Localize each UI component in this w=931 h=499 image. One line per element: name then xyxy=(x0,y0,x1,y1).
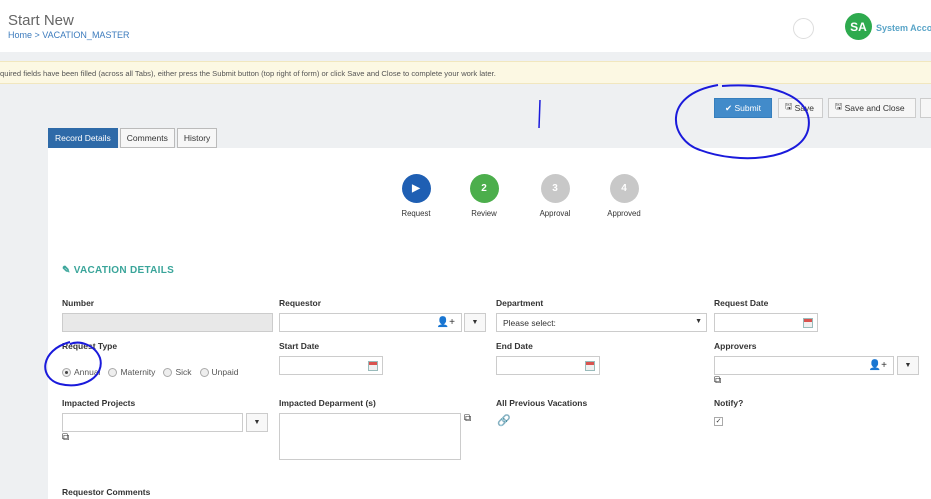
app-header: Start New Home > VACATION_MASTER SA Syst… xyxy=(0,0,931,52)
request-type-label: Request Type xyxy=(62,341,118,351)
impacted-projects-input[interactable] xyxy=(62,413,243,432)
add-user-icon[interactable]: 👤+ xyxy=(869,360,887,371)
radio-annual[interactable]: Annual xyxy=(62,367,100,377)
impacted-department-label: Impacted Deparment (s) xyxy=(279,398,376,408)
number-field xyxy=(62,313,273,332)
more-button[interactable] xyxy=(920,98,931,118)
external-link-icon[interactable]: ⧉ xyxy=(714,375,721,386)
breadcrumb[interactable]: Home > VACATION_MASTER xyxy=(8,30,129,40)
number-label: Number xyxy=(62,298,95,308)
step-label: Request xyxy=(401,209,431,218)
floppy-icon: 🖫 xyxy=(835,101,845,111)
header-divider xyxy=(0,52,931,61)
section-title-text: VACATION DETAILS xyxy=(73,265,175,276)
play-icon: ▶ xyxy=(401,174,431,203)
tab-history[interactable]: History xyxy=(176,128,218,148)
info-banner: quired fields have been filled (across a… xyxy=(0,61,931,84)
impacted-department-textarea[interactable] xyxy=(279,413,461,460)
impacted-projects-dropdown[interactable]: ▼ xyxy=(246,413,268,432)
step-number: 4 xyxy=(609,174,639,203)
request-type-radio-group: Annual Maternity Sick Unpaid xyxy=(62,367,242,377)
end-date-input[interactable] xyxy=(496,356,600,375)
tab-comments[interactable]: Comments xyxy=(119,128,175,148)
save-button[interactable]: 🖫 Save xyxy=(778,98,823,118)
radio-label: Unpaid xyxy=(211,367,239,377)
calendar-icon[interactable] xyxy=(368,361,378,371)
step-approved[interactable]: 4 Approved xyxy=(594,174,654,218)
avatar[interactable]: SA xyxy=(845,13,872,40)
external-link-icon[interactable]: ⧉ xyxy=(62,432,69,443)
notify-checkbox[interactable]: ✓ xyxy=(714,417,723,426)
approvers-input[interactable]: 👤+ xyxy=(714,356,894,375)
tab-bar: Record Details Comments History xyxy=(48,128,218,148)
step-number: 2 xyxy=(469,174,499,203)
save-label: Save xyxy=(794,103,814,113)
radio-label: Sick xyxy=(175,367,192,377)
step-number: 3 xyxy=(540,174,570,203)
department-label: Department xyxy=(496,298,544,308)
requestor-input[interactable]: 👤+ xyxy=(279,313,462,332)
step-request[interactable]: ▶ Request xyxy=(386,174,446,218)
step-review[interactable]: 2 Review xyxy=(454,174,514,218)
step-label: Approval xyxy=(539,209,571,218)
requestor-label: Requestor xyxy=(279,298,322,308)
section-title: ✎ VACATION DETAILS xyxy=(62,265,174,276)
page-title: Start New xyxy=(8,12,74,29)
save-and-close-label: Save and Close xyxy=(844,103,905,113)
department-select[interactable]: Please select: ▼ xyxy=(496,313,707,332)
requestor-dropdown[interactable]: ▼ xyxy=(464,313,486,332)
requestor-comments-label: Requestor Comments xyxy=(62,487,151,497)
search-icon[interactable] xyxy=(793,18,814,39)
external-link-icon[interactable]: ⧉ xyxy=(464,413,471,424)
user-name[interactable]: System Acco xyxy=(876,23,931,33)
notify-label: Notify? xyxy=(714,398,744,408)
approvers-dropdown[interactable]: ▼ xyxy=(897,356,919,375)
calendar-icon[interactable] xyxy=(803,318,813,328)
approvers-label: Approvers xyxy=(714,341,757,351)
save-and-close-button[interactable]: 🖫 Save and Close xyxy=(828,98,916,118)
step-label: Approved xyxy=(607,209,641,218)
radio-maternity[interactable]: Maternity xyxy=(108,367,155,377)
radio-label: Annual xyxy=(74,367,101,377)
end-date-label: End Date xyxy=(496,341,533,351)
chevron-down-icon: ▼ xyxy=(695,318,702,325)
submit-label: Submit xyxy=(734,103,761,113)
request-date-label: Request Date xyxy=(714,298,769,308)
all-previous-vacations-label: All Previous Vacations xyxy=(496,398,588,408)
radio-label: Maternity xyxy=(120,367,156,377)
department-value: Please select: xyxy=(503,318,556,328)
add-user-icon[interactable]: 👤+ xyxy=(437,317,455,328)
edit-icon: ✎ xyxy=(62,265,74,276)
check-icon: ✔ xyxy=(725,102,735,113)
submit-button[interactable]: ✔ Submit xyxy=(714,98,772,118)
step-approval[interactable]: 3 Approval xyxy=(525,174,585,218)
radio-unpaid[interactable]: Unpaid xyxy=(199,367,239,377)
radio-sick[interactable]: Sick xyxy=(163,367,192,377)
impacted-projects-label: Impacted Projects xyxy=(62,398,136,408)
floppy-icon: 🖫 xyxy=(785,101,795,111)
link-icon[interactable]: 🔗 xyxy=(497,414,511,427)
start-date-label: Start Date xyxy=(279,341,320,351)
step-label: Review xyxy=(471,209,497,218)
tab-record-details[interactable]: Record Details xyxy=(48,128,118,148)
calendar-icon[interactable] xyxy=(585,361,595,371)
start-date-input[interactable] xyxy=(279,356,383,375)
request-date-input[interactable] xyxy=(714,313,818,332)
